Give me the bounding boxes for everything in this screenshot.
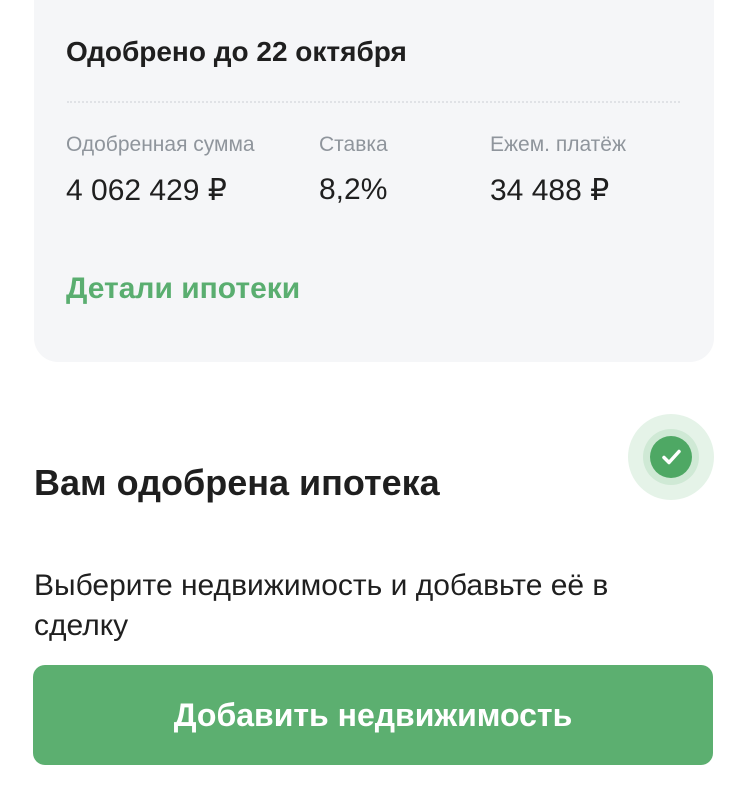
mortgage-details-link[interactable]: Детали ипотеки (66, 272, 300, 306)
approval-heading: Вам одобрена ипотека (34, 462, 440, 504)
approval-date-title: Одобрено до 22 октября (66, 36, 407, 67)
approved-amount-label: Одобренная сумма (66, 133, 255, 156)
check-icon (650, 436, 692, 478)
add-property-button[interactable]: Добавить недвижимость (33, 665, 713, 765)
mortgage-approval-screen: Одобрено до 22 октября Одобренная сумма … (0, 0, 746, 808)
approval-summary-card: Одобрено до 22 октября Одобренная сумма … (34, 0, 714, 362)
success-badge-ring (643, 429, 699, 485)
interest-rate-metric: Ставка 8,2% (319, 133, 388, 207)
interest-rate-value: 8,2% (319, 173, 388, 206)
approved-amount-metric: Одобренная сумма 4 062 429 ₽ (66, 133, 255, 208)
check-circle-icon (628, 414, 714, 500)
monthly-payment-metric: Ежем. платёж 34 488 ₽ (490, 133, 626, 208)
monthly-payment-label: Ежем. платёж (490, 133, 627, 156)
instruction-text: Выберите недвижимость и добавьте её в сд… (34, 569, 609, 642)
approved-amount-value: 4 062 429 ₽ (66, 174, 227, 207)
monthly-payment-value: 34 488 ₽ (490, 174, 610, 207)
dotted-divider (67, 101, 680, 103)
interest-rate-label: Ставка (319, 133, 388, 156)
